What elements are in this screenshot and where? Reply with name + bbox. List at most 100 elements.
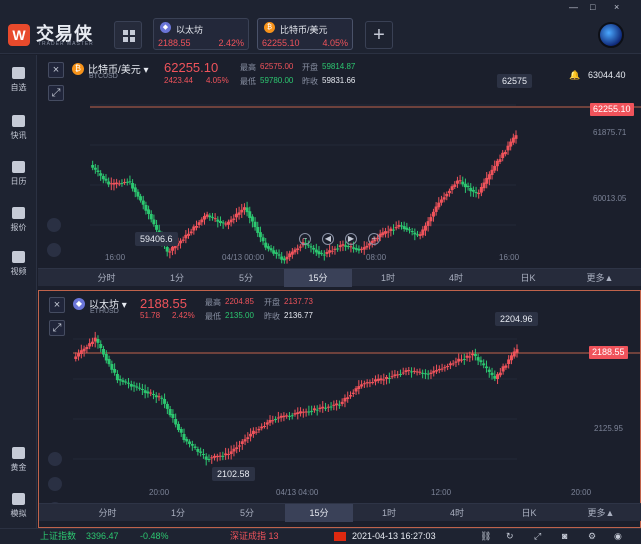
candle-body [107,181,111,185]
timeframe-tab-active[interactable]: 15分 [285,504,353,522]
timeframe-tab[interactable]: 4时 [425,504,489,522]
sidebar-item-gold[interactable]: 黄金 [0,441,37,485]
camera-icon[interactable]: ◙ [562,529,567,544]
btc-candlestick-chart[interactable] [38,85,641,265]
candle-body [226,453,230,455]
candle-body [229,219,233,223]
timeframe-tab[interactable]: 1分 [146,269,208,287]
tab-btc[interactable]: ₿ 比特币/美元 62255.10 4.05% [257,18,353,50]
layout-grid-button[interactable] [114,21,142,49]
candle-body [171,414,175,418]
candle-body [296,248,300,251]
x-tick: 04/13 04:00 [276,488,319,497]
indicator-tool-icon[interactable] [48,452,62,466]
candle-body [434,206,438,212]
candle-body [506,145,510,151]
sidebar-item-demo[interactable]: 模拟 [0,487,37,531]
candle-body [74,356,78,359]
indicator-tool-icon[interactable] [47,218,61,232]
candle-body [379,378,383,381]
close-chart-button[interactable]: × [49,297,65,313]
timeframe-tab[interactable]: 1时 [357,504,421,522]
restore-button[interactable]: □ [590,2,595,12]
timeframe-tab-active[interactable]: 15分 [284,269,352,287]
pen-tool-icon[interactable] [48,477,62,491]
candle-body [511,137,515,143]
candle-body [168,251,172,253]
candle-body [221,222,225,224]
sidebar-item-label: 自选 [10,83,27,92]
candle-body [431,211,435,217]
candle-body [487,174,491,180]
tab-change: 2.42% [218,38,244,48]
candle-body [457,358,461,362]
candle-body [157,396,161,398]
app-logo-subtitle: TRADER MASTER [38,41,94,47]
news-ticker[interactable]: 深证成指 13 [230,529,279,544]
candle-body [254,431,258,433]
zoom-in-button[interactable]: + [368,233,380,245]
more-timeframes-button[interactable]: 更多▲ [568,269,632,287]
zoom-out-button[interactable]: − [299,233,311,245]
pen-tool-icon[interactable] [47,243,61,257]
timeframe-tab[interactable]: 5分 [214,269,278,287]
timeframe-tab[interactable]: 5分 [215,504,279,522]
scroll-left-button[interactable]: ◀ [322,233,334,245]
candle-body [440,368,444,370]
settings-icon[interactable]: ⚙ [588,529,596,544]
eth-candlestick-chart[interactable] [39,319,640,509]
candle-body [487,369,491,372]
sidebar-item-quotes[interactable]: 报价 [0,201,37,245]
timeframe-tab[interactable]: 日K [496,269,560,287]
sidebar-item-watchlist[interactable]: 自选 [0,61,37,105]
sidebar-item-video[interactable]: 视频 [0,245,37,289]
high-callout: 62575 [497,74,533,88]
candle-body [408,229,411,231]
candle-body [389,228,393,231]
x-tick: 16:00 [105,253,126,262]
notification-icon[interactable]: ◉ [614,529,622,544]
candle-body [357,386,361,389]
candle-body [373,379,377,382]
link-icon[interactable]: ⛓ [480,529,491,544]
candle-body [192,226,196,231]
candle-body [99,173,103,176]
timeframe-tab[interactable]: 分时 [78,269,135,287]
timeframe-tab[interactable]: 1分 [147,504,209,522]
scroll-right-button[interactable]: ▶ [345,233,357,245]
candle-body [325,251,329,254]
timeframe-tab[interactable]: 日K [497,504,561,522]
add-tab-button[interactable]: + [365,21,393,49]
candle-body [454,361,458,363]
index-name[interactable]: 上证指数 [40,529,76,544]
candle-body [200,219,204,223]
eth-icon: ◆ [73,298,85,310]
fullscreen-icon[interactable]: ⤢ [534,529,541,544]
refresh-icon[interactable]: ↻ [506,529,514,544]
bell-icon[interactable]: 🔔 [569,70,580,81]
quote-icon [12,207,25,219]
candle-body [127,382,130,384]
candle-body [322,254,326,256]
candle-body [174,419,178,425]
close-button[interactable]: × [614,2,619,12]
price-change: 2423.44 [164,76,193,85]
candle-body [482,363,486,366]
candle-body [285,415,289,417]
timeframe-tab[interactable]: 分时 [79,504,136,522]
candle-body [293,413,297,415]
candle-body [309,246,313,248]
candle-body [450,186,454,191]
sidebar-item-news[interactable]: 快讯 [0,109,37,153]
avatar[interactable] [598,22,624,48]
minimize-button[interactable]: — [569,2,578,12]
timeframe-tab[interactable]: 1时 [356,269,420,287]
tab-eth[interactable]: ◆ 以太坊 2188.55 2.42% [153,18,249,50]
current-price-tag: 2188.55 [589,346,628,359]
candle-body [317,251,321,255]
candle-body [439,199,443,203]
close-chart-button[interactable]: × [48,62,64,78]
sidebar-item-calendar[interactable]: 日历 [0,155,37,199]
more-timeframes-button[interactable]: 更多▲ [569,504,633,522]
timeframe-tab[interactable]: 4时 [424,269,488,287]
